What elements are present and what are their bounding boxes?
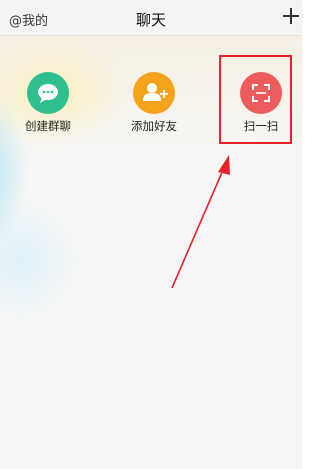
scan-circle [240,72,282,114]
create-group-button[interactable]: 创建群聊 [8,72,88,134]
scan-label: 扫一扫 [243,119,279,133]
scan-button[interactable]: 扫一扫 [221,72,301,134]
chat-bubble-icon [38,84,58,103]
create-group-circle [27,72,69,114]
add-friend-label: 添加好友 [131,119,177,133]
annotation-arrow [171,155,230,289]
scan-icon [252,84,270,102]
plus-icon[interactable] [283,8,299,24]
page-title: 聊天 [135,11,166,29]
chat-screen: @我的 聊天 创建群聊 添加好友 扫一扫 [0,0,302,469]
add-friend-button[interactable]: 添加好友 [114,72,194,134]
add-person-icon [143,83,168,101]
top-bar: @我的 聊天 [0,0,302,36]
create-group-label: 创建群聊 [25,119,71,133]
add-friend-circle [133,72,175,114]
